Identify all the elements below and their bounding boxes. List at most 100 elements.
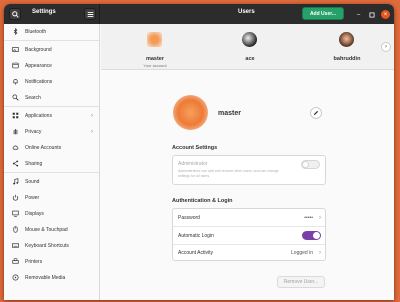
- user-card-master[interactable]: master Your account: [125, 24, 185, 70]
- sidebar-item-search[interactable]: Search: [4, 90, 99, 105]
- sidebar-item-privacy[interactable]: Privacy ›: [4, 124, 99, 139]
- sidebar-item-label: Applications: [25, 112, 52, 119]
- account-settings-heading: Account Settings: [172, 145, 218, 151]
- sidebar-item-label: Displays: [25, 210, 44, 217]
- chevron-right-icon: ›: [91, 128, 93, 135]
- auth-heading: Authentication & Login: [172, 198, 233, 204]
- pencil-icon: [313, 110, 319, 116]
- divider: [4, 40, 99, 41]
- sidebar-item-notifications[interactable]: Notifications: [4, 74, 99, 89]
- header-bar: Settings Users Add User... – ×: [4, 4, 394, 24]
- administrator-toggle[interactable]: [301, 160, 320, 169]
- sidebar-item-bluetooth[interactable]: Bluetooth: [4, 24, 99, 39]
- sidebar-item-mouse-touchpad[interactable]: Mouse & Touchpad: [4, 222, 99, 237]
- user-name: master: [145, 56, 165, 62]
- password-value: •••••: [304, 214, 313, 221]
- user-carousel: master Your account ace bahruddin ›: [101, 24, 394, 70]
- automatic-login-toggle[interactable]: [302, 231, 321, 240]
- profile-name[interactable]: master: [218, 110, 241, 117]
- sidebar-item-printers[interactable]: Printers: [4, 254, 99, 269]
- avatar[interactable]: [173, 95, 208, 130]
- user-details-panel: master Account Settings Administrator Ad…: [101, 71, 394, 300]
- search-icon: [11, 10, 19, 18]
- automatic-login-label: Automatic Login: [178, 232, 214, 239]
- password-label: Password: [178, 214, 200, 221]
- sidebar-item-removable-media[interactable]: Removable Media: [4, 270, 99, 285]
- chevron-right-icon: ›: [385, 44, 387, 50]
- display-icon: [12, 210, 19, 217]
- sidebar-item-power[interactable]: Power: [4, 190, 99, 205]
- next-users-button[interactable]: ›: [381, 42, 391, 52]
- settings-window: Settings Users Add User... – × Bluetooth…: [4, 4, 394, 300]
- account-activity-row[interactable]: Account Activity Logged in ›: [173, 244, 325, 261]
- sidebar-item-label: Privacy: [25, 128, 42, 135]
- sidebar-item-sound[interactable]: Sound: [4, 174, 99, 189]
- sidebar-item-displays[interactable]: Displays: [4, 206, 99, 221]
- share-icon: [12, 160, 19, 167]
- bell-icon: [12, 78, 19, 85]
- sidebar-item-label: Mouse & Touchpad: [25, 226, 68, 233]
- toggle-knob: [302, 161, 309, 168]
- sidebar: Bluetooth Background Appearance Notifica…: [4, 24, 100, 300]
- sidebar-item-keyboard-shortcuts[interactable]: Keyboard Shortcuts: [4, 238, 99, 253]
- divider: [4, 106, 99, 107]
- chevron-right-icon: ›: [319, 214, 321, 221]
- close-icon: ×: [383, 11, 388, 18]
- auth-box: Password ••••• › Automatic Login Account…: [172, 208, 326, 261]
- sidebar-item-label: Notifications: [25, 78, 53, 85]
- edit-name-button[interactable]: [310, 107, 322, 119]
- remove-user-button[interactable]: Remove User...: [277, 276, 325, 288]
- sidebar-item-label: Appearance: [25, 62, 52, 69]
- search-icon: [12, 94, 19, 101]
- page-title: Users: [238, 9, 255, 15]
- maximize-icon: [369, 12, 374, 17]
- account-activity-value: Logged in: [291, 249, 313, 256]
- sidebar-item-label: Bluetooth: [25, 28, 47, 35]
- chevron-right-icon: ›: [319, 249, 321, 256]
- sidebar-item-label: Sharing: [25, 160, 43, 167]
- grid-icon: [12, 112, 19, 119]
- bluetooth-icon: [12, 28, 19, 35]
- sidebar-item-label: Search: [25, 94, 41, 101]
- sidebar-item-label: Printers: [25, 258, 43, 265]
- search-button[interactable]: [9, 8, 21, 20]
- sidebar-item-appearance[interactable]: Appearance: [4, 58, 99, 73]
- avatar: [339, 32, 354, 47]
- user-card-ace[interactable]: ace: [220, 24, 280, 70]
- sidebar-item-applications[interactable]: Applications ›: [4, 108, 99, 123]
- administrator-label: Administrator: [178, 161, 208, 167]
- close-button[interactable]: ×: [381, 10, 390, 19]
- hamburger-icon: [87, 11, 93, 17]
- sidebar-item-online-accounts[interactable]: Online Accounts: [4, 140, 99, 155]
- maximize-button[interactable]: [367, 10, 376, 19]
- sidebar-item-label: Sound: [25, 178, 40, 185]
- background-icon: [12, 46, 19, 53]
- settings-title: Settings: [32, 9, 56, 15]
- password-row[interactable]: Password ••••• ›: [173, 209, 325, 226]
- sidebar-item-label: Online Accounts: [25, 144, 62, 151]
- chevron-right-icon: ›: [91, 112, 93, 119]
- sidebar-item-background[interactable]: Background: [4, 42, 99, 57]
- cloud-icon: [12, 144, 19, 151]
- mouse-icon: [12, 226, 19, 233]
- sidebar-item-sharing[interactable]: Sharing: [4, 156, 99, 171]
- add-user-button[interactable]: Add User...: [302, 7, 344, 20]
- toggle-knob: [313, 232, 320, 239]
- user-name: ace: [245, 56, 255, 62]
- user-card-bahruddin[interactable]: bahruddin: [317, 24, 377, 70]
- user-subtitle: Your account: [143, 63, 167, 68]
- appearance-icon: [12, 62, 19, 69]
- sidebar-item-label: Power: [25, 194, 40, 201]
- sidebar-header: Settings: [4, 4, 100, 24]
- account-activity-label: Account Activity: [178, 249, 214, 256]
- printer-icon: [12, 258, 19, 265]
- power-icon: [12, 194, 19, 201]
- avatar: [242, 32, 257, 47]
- administrator-description: Administrators can add and remove other …: [178, 169, 279, 178]
- avatar: [147, 32, 162, 47]
- divider: [4, 172, 99, 173]
- keyboard-icon: [12, 242, 19, 249]
- minimize-button[interactable]: –: [354, 10, 363, 19]
- sidebar-item-label: Keyboard Shortcuts: [25, 242, 69, 249]
- menu-button[interactable]: [84, 8, 96, 20]
